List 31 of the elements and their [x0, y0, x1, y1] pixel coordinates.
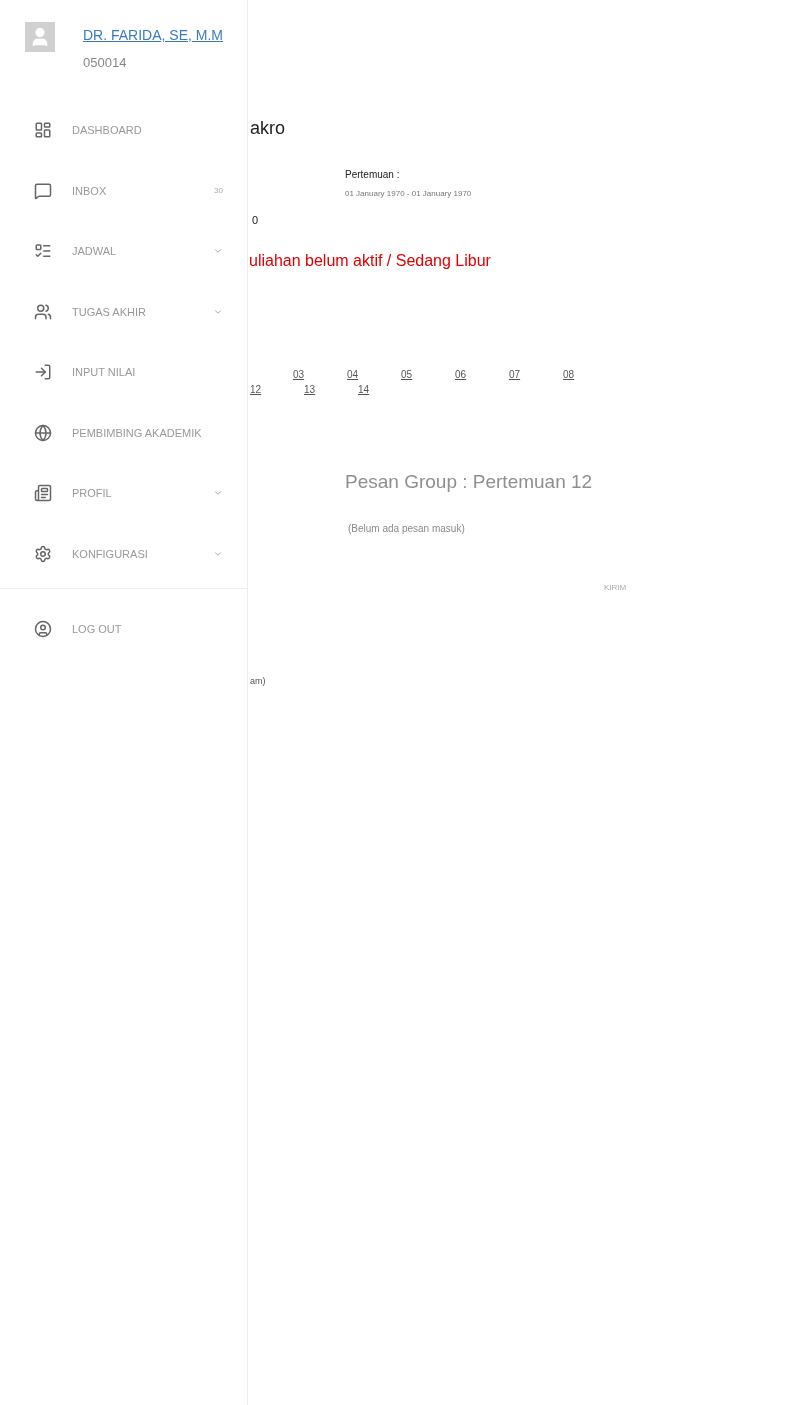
meeting-link[interactable]: 13	[304, 384, 358, 395]
meeting-link[interactable]: 06	[455, 369, 509, 380]
status-message: uliahan belum aktif / Sedang Libur	[249, 252, 492, 270]
menu-item[interactable]: JADWAL	[0, 221, 247, 282]
chat-title: Pesan Group : Pertemuan 12	[345, 471, 594, 493]
empty-message: (Belum ada pesan masuk)	[348, 523, 466, 534]
meeting-link[interactable]: 05	[401, 369, 455, 380]
number-text: 0	[252, 214, 260, 226]
meeting-link[interactable]: 07	[509, 369, 563, 380]
meeting-label: Pertemuan :	[345, 169, 401, 180]
send-button[interactable]: KIRIM	[598, 579, 633, 596]
menu-item[interactable]: PEMBIMBING AKADEMIK	[0, 402, 247, 463]
meeting-link[interactable]: 08	[563, 369, 617, 380]
logout-item[interactable]: LOG OUT	[0, 599, 247, 660]
menu-item[interactable]: TUGAS AKHIR	[0, 281, 247, 342]
avatar-icon	[25, 22, 55, 52]
menu-item[interactable]: INBOX 30	[0, 160, 247, 221]
inbox-count: 30	[214, 186, 223, 196]
menu-item[interactable]: PROFIL	[0, 463, 247, 524]
menu-item[interactable]: INPUT NILAI	[0, 342, 247, 403]
profile-name-link[interactable]: DR. FARIDA, SE, M.M	[83, 27, 223, 43]
page-title: akro	[250, 118, 286, 139]
footer-text: am)	[250, 676, 267, 686]
meeting-link[interactable]: 04	[347, 369, 401, 380]
meeting-link[interactable]: 14	[358, 384, 412, 395]
meeting-link[interactable]: 03	[293, 369, 347, 380]
menu-item[interactable]: KONFIGURASI	[0, 523, 247, 584]
meeting-dates: 01 January 1970 - 01 January 1970	[345, 189, 473, 198]
meeting-link[interactable]: 12	[250, 384, 304, 395]
profile-id: 050014	[83, 55, 128, 70]
menu-item[interactable]: DASHBOARD	[0, 100, 247, 161]
